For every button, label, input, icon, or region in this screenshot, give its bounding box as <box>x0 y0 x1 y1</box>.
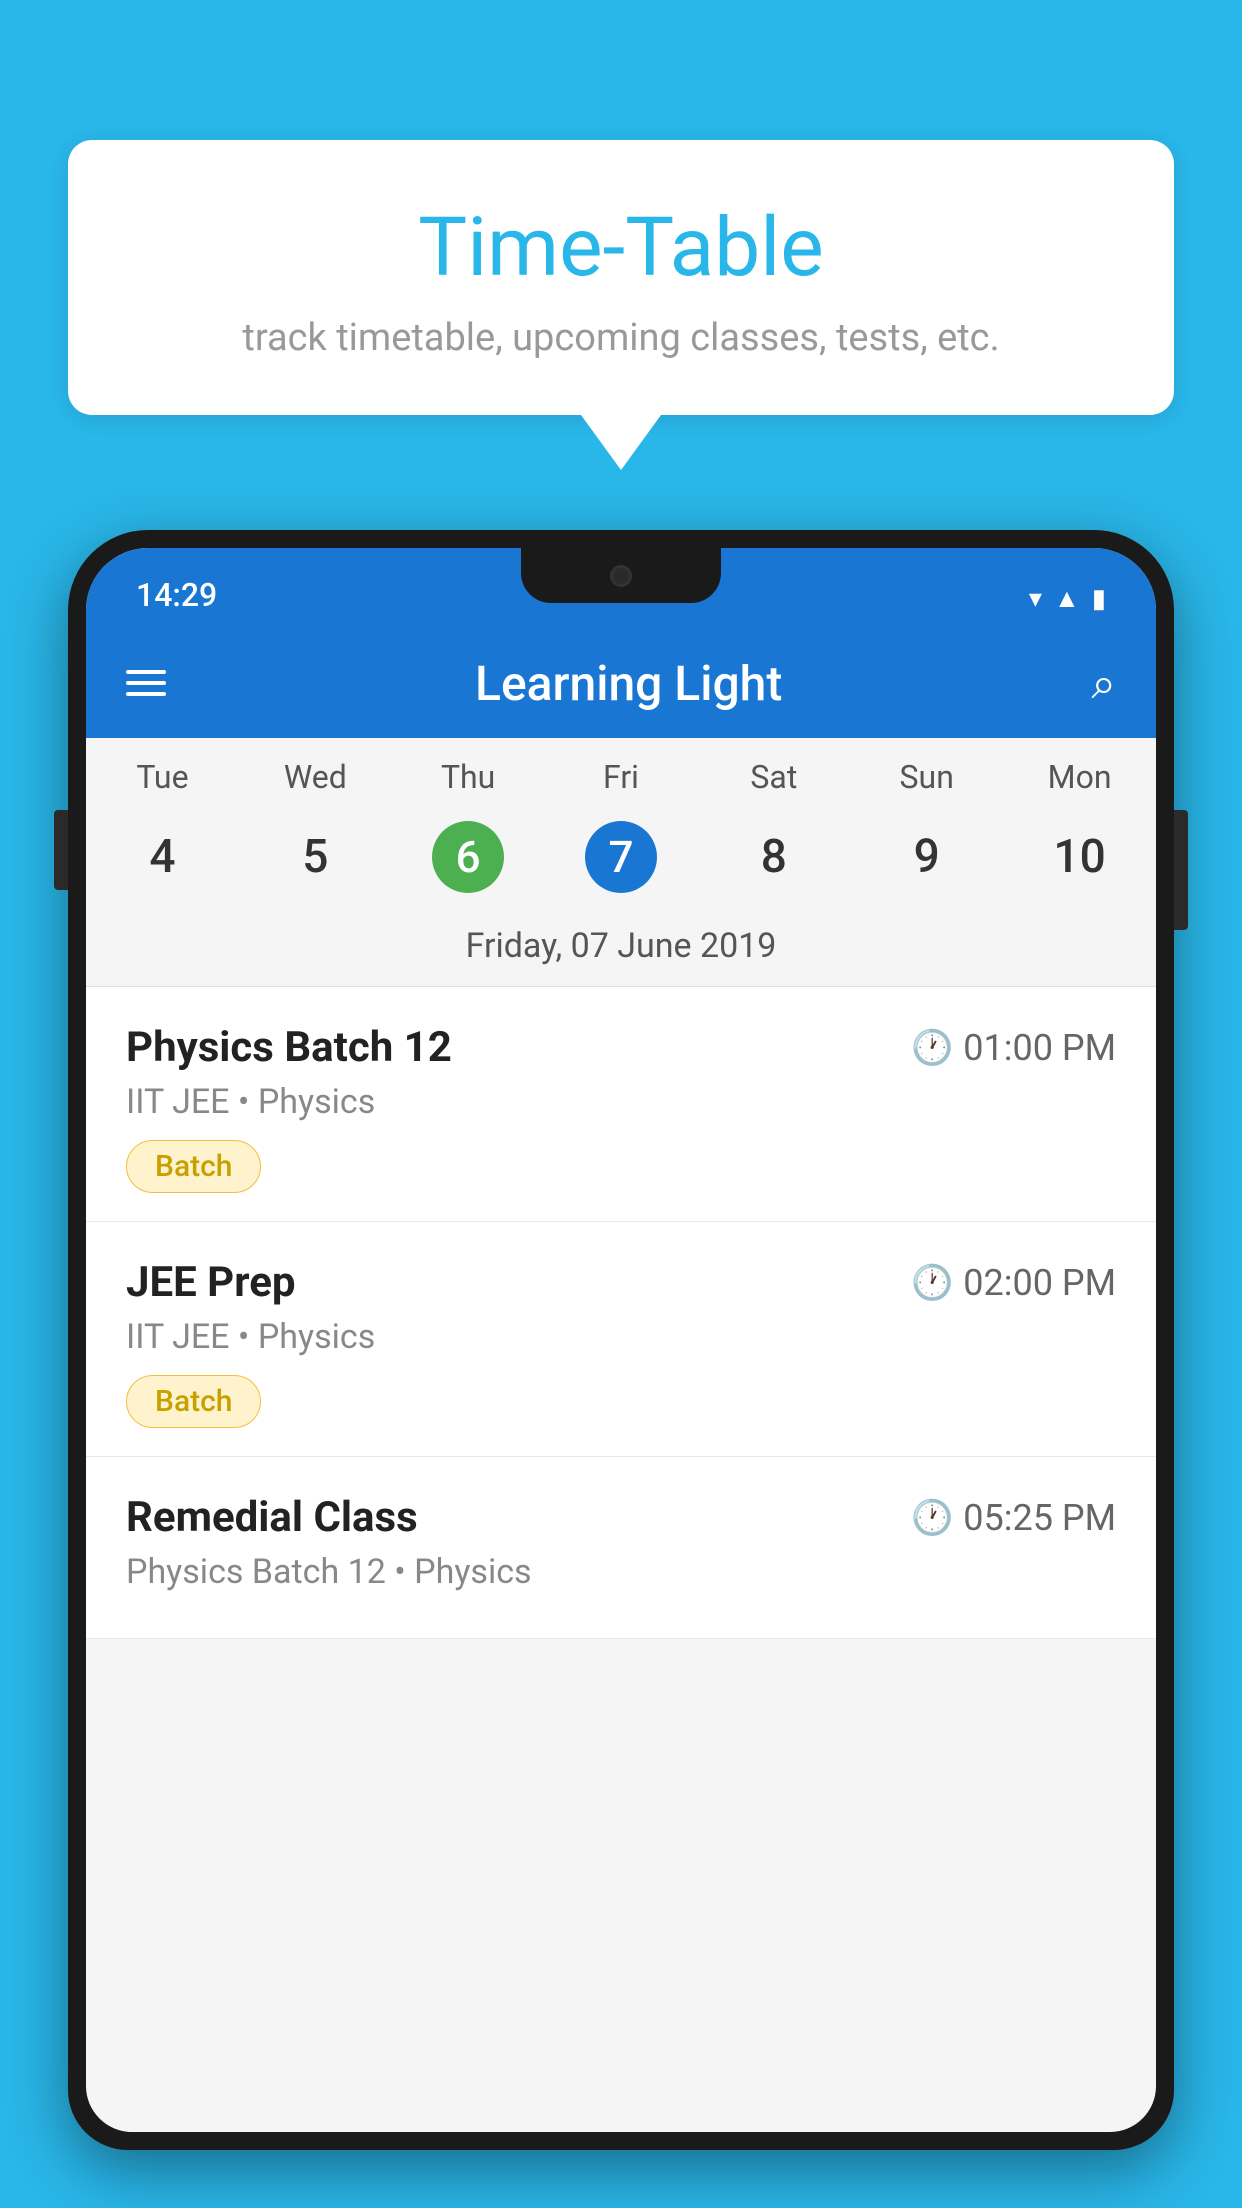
schedule-time-3: 🕐 05:25 PM <box>911 1497 1116 1539</box>
date-9[interactable]: 9 <box>850 816 1003 898</box>
feature-subtitle: track timetable, upcoming classes, tests… <box>108 316 1134 360</box>
menu-icon[interactable] <box>126 670 166 696</box>
clock-icon-3: 🕐 <box>911 1498 953 1538</box>
date-7-selected[interactable]: 7 <box>585 821 657 893</box>
schedule-item-2[interactable]: JEE Prep 🕐 02:00 PM IIT JEE • Physics Ba… <box>86 1222 1156 1457</box>
front-camera <box>610 565 632 587</box>
feature-title: Time-Table <box>108 200 1134 296</box>
schedule-item-1[interactable]: Physics Batch 12 🕐 01:00 PM IIT JEE • Ph… <box>86 987 1156 1222</box>
date-10[interactable]: 10 <box>1003 816 1156 898</box>
app-bar: Learning Light ⌕ <box>86 628 1156 738</box>
schedule-container: Physics Batch 12 🕐 01:00 PM IIT JEE • Ph… <box>86 987 1156 1639</box>
day-sun: Sun <box>850 758 1003 796</box>
day-wed: Wed <box>239 758 392 796</box>
schedule-item-3[interactable]: Remedial Class 🕐 05:25 PM Physics Batch … <box>86 1457 1156 1639</box>
phone-outer: 14:29 ▾ ▲ ▮ Learning Light ⌕ Tue Wed Th <box>68 530 1174 2150</box>
calendar-days-header: Tue Wed Thu Fri Sat Sun Mon <box>86 738 1156 806</box>
clock-icon-1: 🕐 <box>911 1028 953 1068</box>
schedule-subtitle-2: IIT JEE • Physics <box>126 1317 1116 1357</box>
schedule-subtitle-3: Physics Batch 12 • Physics <box>126 1552 1116 1592</box>
day-sat: Sat <box>697 758 850 796</box>
schedule-title-2: JEE Prep <box>126 1258 296 1307</box>
schedule-item-2-header: JEE Prep 🕐 02:00 PM <box>126 1258 1116 1307</box>
batch-badge-1: Batch <box>126 1140 261 1193</box>
wifi-icon: ▾ <box>1029 584 1042 614</box>
battery-icon: ▮ <box>1092 584 1106 614</box>
search-icon[interactable]: ⌕ <box>1091 657 1116 709</box>
signal-icon: ▲ <box>1054 583 1080 614</box>
schedule-time-1: 🕐 01:00 PM <box>911 1027 1116 1069</box>
day-mon: Mon <box>1003 758 1156 796</box>
status-icons: ▾ ▲ ▮ <box>1029 583 1106 614</box>
schedule-time-2: 🕐 02:00 PM <box>911 1262 1116 1304</box>
day-thu: Thu <box>392 758 545 796</box>
schedule-title-3: Remedial Class <box>126 1493 418 1542</box>
clock-icon-2: 🕐 <box>911 1263 953 1303</box>
calendar-dates: 4 5 6 7 8 9 10 <box>86 806 1156 918</box>
status-time: 14:29 <box>136 576 217 614</box>
speech-bubble-arrow <box>581 415 661 470</box>
day-fri: Fri <box>545 758 698 796</box>
selected-date-label: Friday, 07 June 2019 <box>86 918 1156 987</box>
schedule-item-3-header: Remedial Class 🕐 05:25 PM <box>126 1493 1116 1542</box>
schedule-item-1-header: Physics Batch 12 🕐 01:00 PM <box>126 1023 1116 1072</box>
speech-bubble: Time-Table track timetable, upcoming cla… <box>68 140 1174 415</box>
date-6-today[interactable]: 6 <box>432 821 504 893</box>
batch-badge-2: Batch <box>126 1375 261 1428</box>
phone-mockup: 14:29 ▾ ▲ ▮ Learning Light ⌕ Tue Wed Th <box>68 530 1174 2208</box>
phone-notch <box>521 548 721 603</box>
date-4[interactable]: 4 <box>86 816 239 898</box>
schedule-title-1: Physics Batch 12 <box>126 1023 452 1072</box>
day-tue: Tue <box>86 758 239 796</box>
date-8[interactable]: 8 <box>697 816 850 898</box>
phone-screen: 14:29 ▾ ▲ ▮ Learning Light ⌕ Tue Wed Th <box>86 548 1156 2132</box>
schedule-subtitle-1: IIT JEE • Physics <box>126 1082 1116 1122</box>
date-5[interactable]: 5 <box>239 816 392 898</box>
app-title: Learning Light <box>196 655 1061 712</box>
speech-bubble-container: Time-Table track timetable, upcoming cla… <box>68 140 1174 470</box>
